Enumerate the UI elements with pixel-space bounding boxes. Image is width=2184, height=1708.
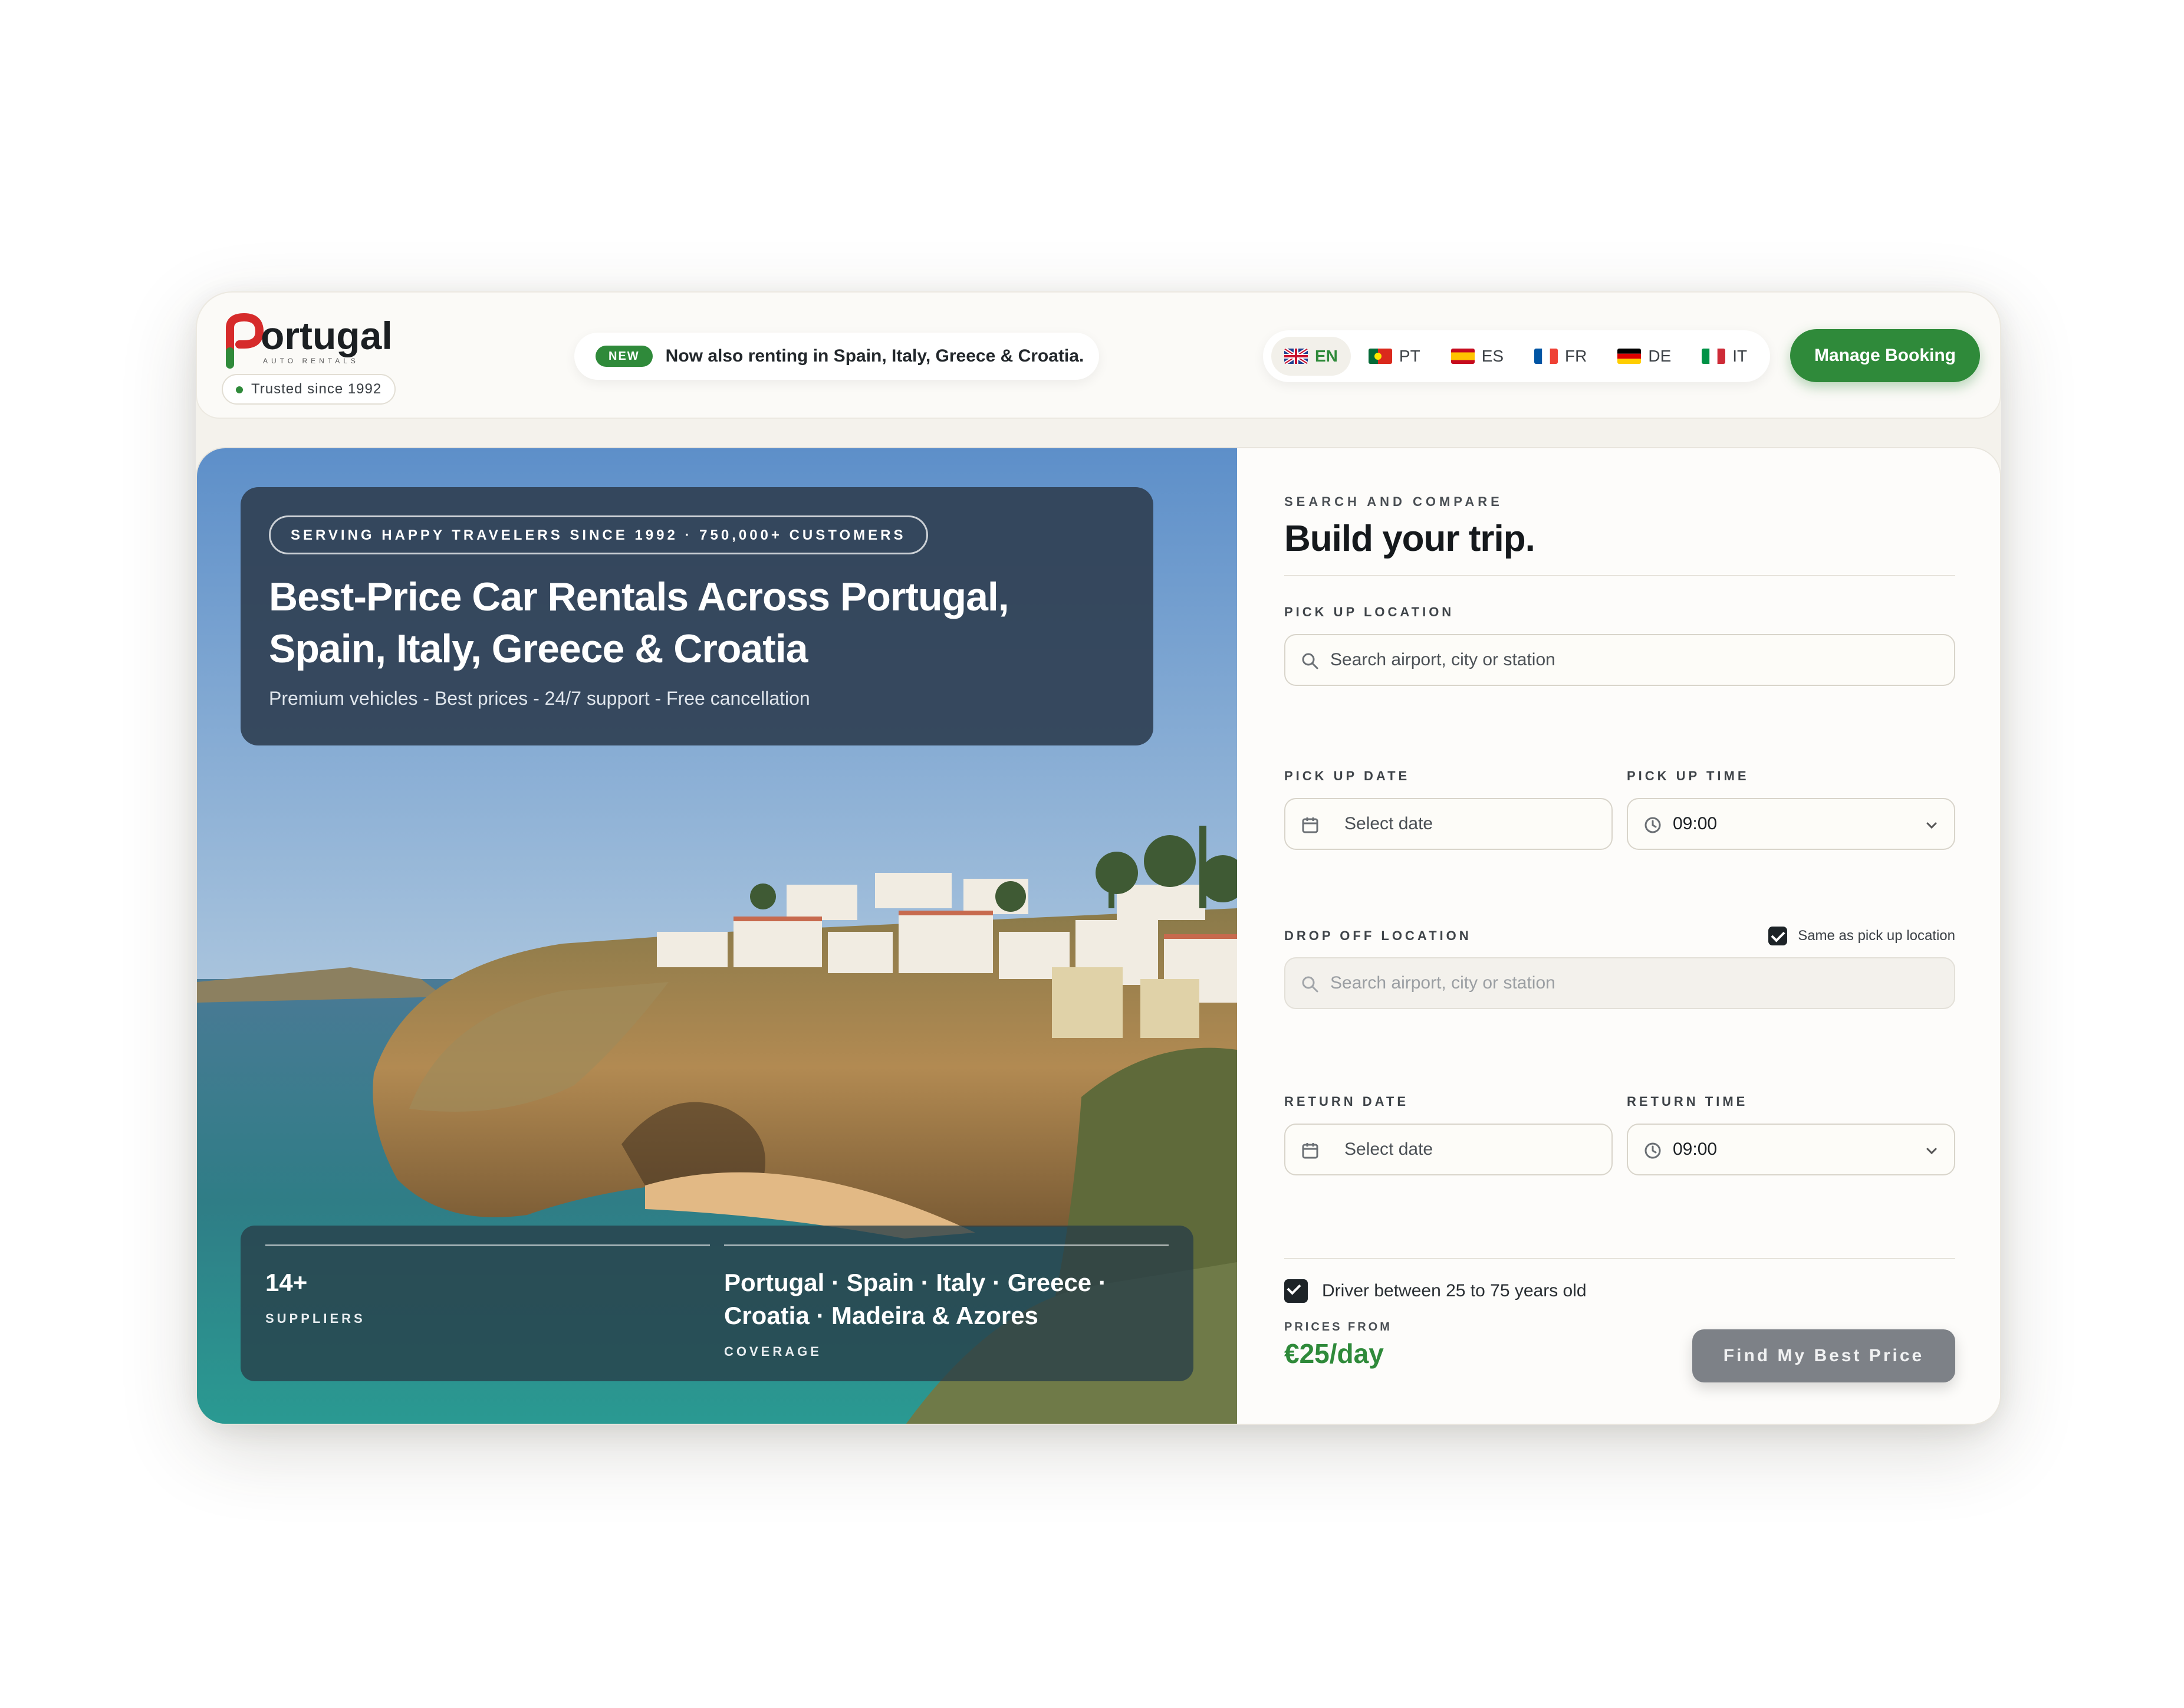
language-option-fr[interactable]: FR xyxy=(1521,337,1600,376)
pickup-date-placeholder: Select date xyxy=(1344,814,1433,833)
spain-flag-icon xyxy=(1450,349,1475,364)
manage-booking-button[interactable]: Manage Booking xyxy=(1790,329,1980,382)
form-title: Build your trip. xyxy=(1284,518,1535,559)
hero-stats-panel: 14+ SUPPLIERS Portugal · Spain · Italy ·… xyxy=(241,1226,1193,1381)
brand-logo[interactable]: ortugal AUTO RENTALS xyxy=(222,310,416,375)
hero-section: SERVING HAPPY TRAVELERS SINCE 1992 · 750… xyxy=(197,448,1237,1424)
language-code: PT xyxy=(1399,347,1420,365)
italy-flag-icon xyxy=(1702,349,1726,364)
hero-title-line: Spain, Italy, Greece & Croatia xyxy=(269,626,808,671)
language-code: FR xyxy=(1565,347,1587,365)
driver-age-label: Driver between 25 to 75 years old xyxy=(1322,1281,1587,1300)
top-header: ortugal AUTO RENTALS Trusted since 1992 … xyxy=(196,291,2001,419)
dropoff-location-input[interactable]: Search airport, city or station xyxy=(1284,957,1955,1009)
form-divider xyxy=(1284,575,1955,576)
language-option-de[interactable]: DE xyxy=(1604,337,1684,376)
pickup-location-placeholder: Search airport, city or station xyxy=(1330,650,1555,669)
hero-title: Best-Price Car Rentals Across Portugal, … xyxy=(269,571,1125,675)
chevron-down-icon xyxy=(1926,1148,1937,1155)
find-best-price-button[interactable]: Find My Best Price xyxy=(1692,1329,1955,1382)
logo-mark-icon: ortugal AUTO RENTALS xyxy=(226,313,393,369)
hero-tagline-pill: SERVING HAPPY TRAVELERS SINCE 1992 · 750… xyxy=(269,515,928,554)
clock-icon xyxy=(1644,817,1661,833)
language-switcher: EN PT ES FR DE IT xyxy=(1263,330,1770,382)
driver-age-checkbox[interactable] xyxy=(1284,1279,1308,1303)
return-date-placeholder: Select date xyxy=(1344,1139,1433,1159)
germany-flag-icon xyxy=(1617,349,1642,364)
stat-value: Portugal · Spain · Italy · Greece · Croa… xyxy=(724,1266,1169,1332)
stat-value-line: Croatia · Madeira & Azores xyxy=(724,1302,1038,1329)
pickup-location-input[interactable]: Search airport, city or station xyxy=(1284,634,1955,686)
form-footer-divider xyxy=(1284,1258,1955,1259)
main-card: SERVING HAPPY TRAVELERS SINCE 1992 · 750… xyxy=(196,447,2001,1425)
same-as-pickup-toggle[interactable]: Same as pick up location xyxy=(1768,927,1955,945)
dropoff-location-label: DROP OFF LOCATION xyxy=(1284,928,1472,943)
calendar-icon xyxy=(1302,1143,1318,1159)
language-option-es[interactable]: ES xyxy=(1438,337,1517,376)
driver-age-toggle[interactable]: Driver between 25 to 75 years old xyxy=(1284,1279,1955,1303)
trusted-since-badge: Trusted since 1992 xyxy=(222,374,396,405)
pickup-time-value: 09:00 xyxy=(1673,814,1718,833)
return-time-select[interactable]: 09:00 xyxy=(1627,1124,1955,1175)
france-flag-icon xyxy=(1534,349,1558,364)
stat-suppliers: 14+ SUPPLIERS xyxy=(265,1244,710,1362)
return-date-label: RETURN DATE xyxy=(1284,1094,1409,1109)
hero-subtitle: Premium vehicles - Best prices - 24/7 su… xyxy=(269,688,810,709)
search-icon xyxy=(1302,653,1318,669)
new-badge: NEW xyxy=(596,346,653,367)
portugal-flag-icon xyxy=(1368,349,1392,364)
logo-wordmark: ortugal xyxy=(261,314,393,357)
return-time-value: 09:00 xyxy=(1673,1139,1718,1159)
page-frame: ortugal AUTO RENTALS Trusted since 1992 … xyxy=(196,291,2001,1425)
announcement-banner[interactable]: NEW Now also renting in Spain, Italy, Gr… xyxy=(574,333,1099,380)
logo-subtext: AUTO RENTALS xyxy=(263,357,359,365)
stat-value-line: Portugal · Spain · Italy · Greece · xyxy=(724,1269,1107,1296)
pickup-date-input[interactable]: Select date xyxy=(1284,798,1613,850)
hero-headline-card: SERVING HAPPY TRAVELERS SINCE 1992 · 750… xyxy=(241,487,1153,745)
search-form: SEARCH AND COMPARE Build your trip. PICK… xyxy=(1237,448,2000,1424)
return-time-label: RETURN TIME xyxy=(1627,1094,1748,1109)
clock-icon xyxy=(1644,1142,1661,1159)
form-eyebrow: SEARCH AND COMPARE xyxy=(1284,494,1503,509)
dropoff-location-placeholder: Search airport, city or station xyxy=(1330,973,1555,993)
language-code: IT xyxy=(1732,347,1748,365)
pickup-location-label: PICK UP LOCATION xyxy=(1284,605,1455,619)
same-as-pickup-label: Same as pick up location xyxy=(1798,928,1955,944)
language-option-pt[interactable]: PT xyxy=(1356,337,1433,376)
same-as-pickup-checkbox[interactable] xyxy=(1768,927,1788,945)
language-code: ES xyxy=(1481,347,1504,365)
return-date-input[interactable]: Select date xyxy=(1284,1124,1613,1175)
calendar-icon xyxy=(1302,817,1318,833)
chevron-down-icon xyxy=(1926,822,1937,829)
pickup-time-label: PICK UP TIME xyxy=(1627,768,1749,783)
stat-label: SUPPLIERS xyxy=(265,1311,366,1326)
stat-coverage: Portugal · Spain · Italy · Greece · Croa… xyxy=(724,1244,1169,1362)
hero-title-line: Best-Price Car Rentals Across Portugal, xyxy=(269,574,1009,619)
pickup-date-label: PICK UP DATE xyxy=(1284,768,1410,783)
language-code: DE xyxy=(1648,347,1672,365)
pickup-time-select[interactable]: 09:00 xyxy=(1627,798,1955,850)
stat-label: COVERAGE xyxy=(724,1344,822,1359)
stat-value: 14+ xyxy=(265,1269,308,1296)
language-option-it[interactable]: IT xyxy=(1689,337,1760,376)
language-option-en[interactable]: EN xyxy=(1271,337,1351,376)
search-icon xyxy=(1302,976,1318,993)
language-code: EN xyxy=(1315,347,1338,365)
uk-flag-icon xyxy=(1284,349,1308,364)
announcement-text: Now also renting in Spain, Italy, Greece… xyxy=(665,346,1084,366)
